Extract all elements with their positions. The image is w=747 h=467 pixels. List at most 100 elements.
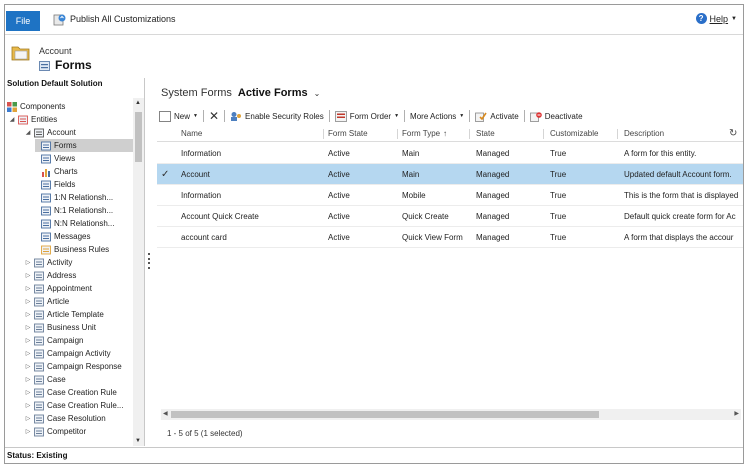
column-divider[interactable]: [397, 129, 398, 139]
column-header-name[interactable]: Name: [181, 126, 321, 142]
expand-arrow-icon[interactable]: ▷: [25, 415, 31, 422]
more-actions-button[interactable]: More Actions ▼: [405, 109, 469, 123]
sidebar-item-entities[interactable]: ◢ Entities: [5, 113, 58, 126]
expand-arrow-icon[interactable]: ▷: [25, 259, 31, 266]
sidebar-item-1-n-relationsh[interactable]: 1:N Relationsh...: [5, 191, 113, 204]
scroll-right-icon[interactable]: ▶: [734, 410, 739, 417]
expand-arrow-icon[interactable]: ▷: [25, 272, 31, 279]
expand-arrow-icon[interactable]: ▷: [25, 376, 31, 383]
sidebar-item-campaign-activity[interactable]: ▷ Campaign Activity: [5, 347, 111, 360]
sidebar-item-label: Entities: [31, 115, 58, 124]
sidebar-item-business-rules[interactable]: Business Rules: [5, 243, 109, 256]
sidebar-item-case-resolution[interactable]: ▷ Case Resolution: [5, 412, 106, 425]
cell-name[interactable]: Information: [181, 143, 321, 164]
column-header-description[interactable]: Description: [624, 126, 724, 142]
cell-description: Default quick create form for Ac: [624, 212, 736, 221]
sidebar-item-messages[interactable]: Messages: [5, 230, 90, 243]
expand-arrow-icon[interactable]: ▷: [25, 363, 31, 370]
collapse-arrow-icon[interactable]: ◢: [25, 129, 31, 136]
scroll-up-icon[interactable]: ▲: [135, 100, 141, 106]
scroll-down-icon[interactable]: ▼: [135, 438, 141, 444]
horizontal-scroll-thumb[interactable]: [171, 411, 599, 418]
sidebar-item-business-unit[interactable]: ▷ Business Unit: [5, 321, 96, 334]
column-header-state[interactable]: State: [476, 126, 544, 142]
expand-arrow-icon[interactable]: ▷: [25, 389, 31, 396]
file-button[interactable]: File: [6, 11, 40, 31]
sidebar-item-article-template[interactable]: ▷ Article Template: [5, 308, 104, 321]
table-row[interactable]: ✓ Account Active Main Managed True Updated def…: [157, 164, 743, 185]
sidebar-item-n-1-relationsh[interactable]: N:1 Relationsh...: [5, 204, 113, 217]
column-divider[interactable]: [543, 129, 544, 139]
expand-arrow-icon[interactable]: ▷: [25, 311, 31, 318]
cell-form-type: Mobile: [402, 191, 426, 200]
delete-button[interactable]: ✕: [204, 109, 224, 123]
column-header-customizable[interactable]: Customizable: [550, 126, 620, 142]
sidebar-item-address[interactable]: ▷ Address: [5, 269, 77, 282]
expand-arrow-icon[interactable]: ▷: [25, 402, 31, 409]
table-row[interactable]: Account Quick Create Active Quick Create Ma…: [157, 206, 743, 227]
sidebar-item-competitor[interactable]: ▷ Competitor: [5, 425, 86, 438]
activate-button[interactable]: Activate: [470, 109, 523, 123]
cell-name[interactable]: Information: [181, 185, 321, 206]
sidebar-item-n-n-relationsh[interactable]: N:N Relationsh...: [5, 217, 114, 230]
table-row[interactable]: Information Active Main Managed True A form f…: [157, 143, 743, 164]
expand-arrow-icon[interactable]: ▷: [25, 324, 31, 331]
sidebar-item-forms[interactable]: Forms: [35, 139, 133, 152]
sidebar-item-views[interactable]: Views: [5, 152, 75, 165]
expand-arrow-icon[interactable]: ▷: [25, 298, 31, 305]
sidebar-item-label: Campaign: [47, 336, 84, 345]
grid-horizontal-scrollbar[interactable]: ◀ ▶: [161, 409, 741, 420]
expand-arrow-icon[interactable]: ▷: [25, 337, 31, 344]
cell-state: Managed: [476, 170, 510, 179]
column-header-form-type[interactable]: Form Type: [402, 126, 444, 142]
sidebar-item-case-creation-rule[interactable]: ▷ Case Creation Rule...: [5, 399, 124, 412]
expand-arrow-icon[interactable]: ▷: [25, 350, 31, 357]
forms-icon: [39, 61, 50, 71]
sidebar-item-account[interactable]: ◢ Account: [5, 126, 76, 139]
deactivate-button[interactable]: Deactivate: [525, 109, 588, 123]
sidebar-item-case[interactable]: ▷ Case: [5, 373, 66, 386]
table-row[interactable]: Information Active Mobile Managed True This i…: [157, 185, 743, 206]
scroll-left-icon[interactable]: ◀: [163, 410, 168, 417]
sidebar-item-components[interactable]: Components: [5, 100, 65, 113]
new-label: New: [174, 111, 191, 121]
sidebar-item-activity[interactable]: ▷ Activity: [5, 256, 73, 269]
splitter-handle[interactable]: [148, 253, 151, 269]
sidebar-item-campaign-response[interactable]: ▷ Campaign Response: [5, 360, 122, 373]
expand-arrow-icon[interactable]: ▷: [25, 428, 31, 435]
form-order-button[interactable]: Form Order ▼: [330, 109, 404, 123]
cell-name[interactable]: Account: [181, 164, 321, 185]
sidebar-scrollbar[interactable]: ▲ ▼: [133, 98, 144, 446]
sidebar-item-label: Article Template: [47, 310, 104, 319]
expand-arrow-icon[interactable]: ▷: [25, 285, 31, 292]
cell-name[interactable]: account card: [181, 227, 321, 248]
sidebar-item-fields[interactable]: Fields: [5, 178, 75, 191]
column-divider[interactable]: [323, 129, 324, 139]
column-header-form-state[interactable]: Form State: [328, 126, 396, 142]
column-divider[interactable]: [617, 129, 618, 139]
new-button[interactable]: New ▼: [157, 109, 203, 123]
table-row[interactable]: account card Active Quick View Form Managed…: [157, 227, 743, 248]
enable-security-roles-button[interactable]: Enable Security Roles: [225, 109, 329, 123]
sidebar-item-charts[interactable]: Charts: [5, 165, 78, 178]
cell-name[interactable]: Account Quick Create: [181, 206, 321, 227]
sidebar-item-appointment[interactable]: ▷ Appointment: [5, 282, 92, 295]
sidebar-item-campaign[interactable]: ▷ Campaign: [5, 334, 84, 347]
publish-all-button[interactable]: Publish All Customizations: [53, 11, 176, 27]
account-icon: [34, 128, 44, 138]
appointment-icon: [34, 284, 44, 294]
sidebar-scroll-thumb[interactable]: [135, 112, 142, 162]
messages-icon: [41, 232, 51, 242]
help-menu[interactable]: ? Help ▼: [695, 13, 737, 24]
cell-form-type: Main: [402, 149, 420, 158]
row-checkmark-icon[interactable]: ✓: [161, 164, 169, 185]
collapse-arrow-icon[interactable]: ◢: [9, 116, 15, 123]
sort-ascending-icon[interactable]: ↑: [443, 126, 457, 142]
sidebar-item-article[interactable]: ▷ Article: [5, 295, 70, 308]
sidebar-item-case-creation-rule[interactable]: ▷ Case Creation Rule: [5, 386, 117, 399]
view-selector[interactable]: System Forms Active Forms ⌄: [161, 87, 320, 99]
column-divider[interactable]: [469, 129, 470, 139]
address-icon: [34, 271, 44, 281]
cell-customizable: True: [550, 170, 567, 179]
refresh-icon[interactable]: ↻: [729, 126, 741, 142]
